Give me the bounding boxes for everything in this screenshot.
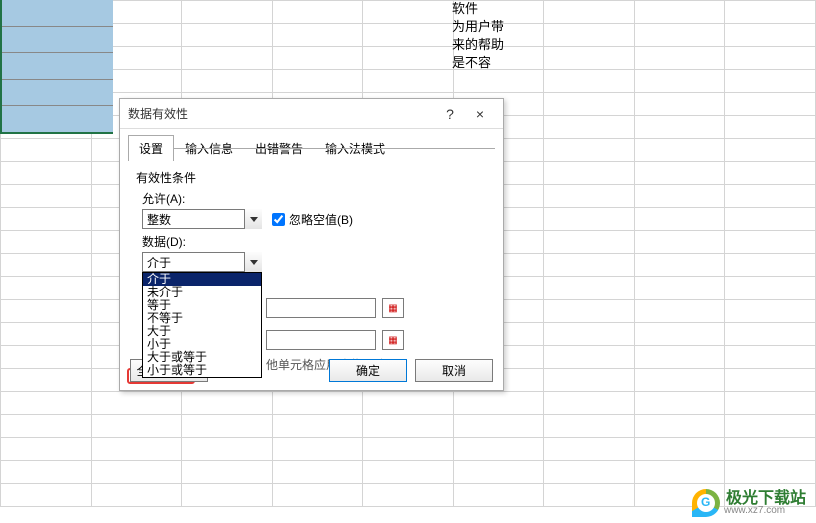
tab-divider — [128, 148, 495, 149]
allow-label: 允许(A): — [142, 190, 487, 207]
allow-combo[interactable]: 整数 — [142, 209, 262, 229]
watermark: G 极光下载站 www.xz7.com — [692, 489, 806, 517]
data-combo[interactable]: 介于 介于 未介于 等于 不等于 大于 小于 大于或等于 小于或等于 — [142, 252, 262, 272]
cancel-button[interactable]: 取消 — [415, 359, 493, 382]
data-dropdown-list: 介于 未介于 等于 不等于 大于 小于 大于或等于 小于或等于 — [142, 272, 262, 378]
close-button[interactable]: × — [465, 106, 495, 122]
tab-settings[interactable]: 设置 — [128, 135, 174, 161]
range-picker-icon[interactable]: ▦ — [382, 330, 404, 350]
help-button[interactable]: ? — [435, 106, 465, 122]
dialog-tabs: 设置 输入信息 出错警告 输入法模式 — [120, 129, 503, 161]
data-validation-dialog: 数据有效性 ? × 设置 输入信息 出错警告 输入法模式 有效性条件 允许(A)… — [119, 98, 504, 391]
ignore-blank-checkbox-row[interactable]: 忽略空值(B) — [272, 211, 353, 228]
chevron-down-icon[interactable] — [244, 252, 262, 272]
dialog-body: 有效性条件 允许(A): 整数 忽略空值(B) 数据(D): 介于 介于 未介于… — [120, 161, 503, 381]
range-picker-icon[interactable]: ▦ — [382, 298, 404, 318]
ignore-blank-checkbox[interactable] — [272, 213, 285, 226]
cell-text: 软件 为用户带 来的帮助 是不容 — [452, 0, 504, 72]
dropdown-option[interactable]: 小于或等于 — [143, 364, 261, 377]
chevron-down-icon[interactable] — [244, 209, 262, 229]
dialog-titlebar[interactable]: 数据有效性 ? × — [120, 99, 503, 129]
minimum-input[interactable] — [266, 298, 376, 318]
validity-conditions-label: 有效性条件 — [136, 169, 487, 186]
dialog-title: 数据有效性 — [128, 105, 435, 122]
maximum-input[interactable] — [266, 330, 376, 350]
watermark-logo-icon: G — [692, 489, 720, 517]
ok-button[interactable]: 确定 — [329, 359, 407, 382]
ignore-blank-label: 忽略空值(B) — [289, 211, 353, 228]
watermark-url: www.xz7.com — [724, 505, 806, 516]
data-label: 数据(D): — [142, 233, 487, 250]
selected-cell-range[interactable] — [0, 0, 113, 134]
